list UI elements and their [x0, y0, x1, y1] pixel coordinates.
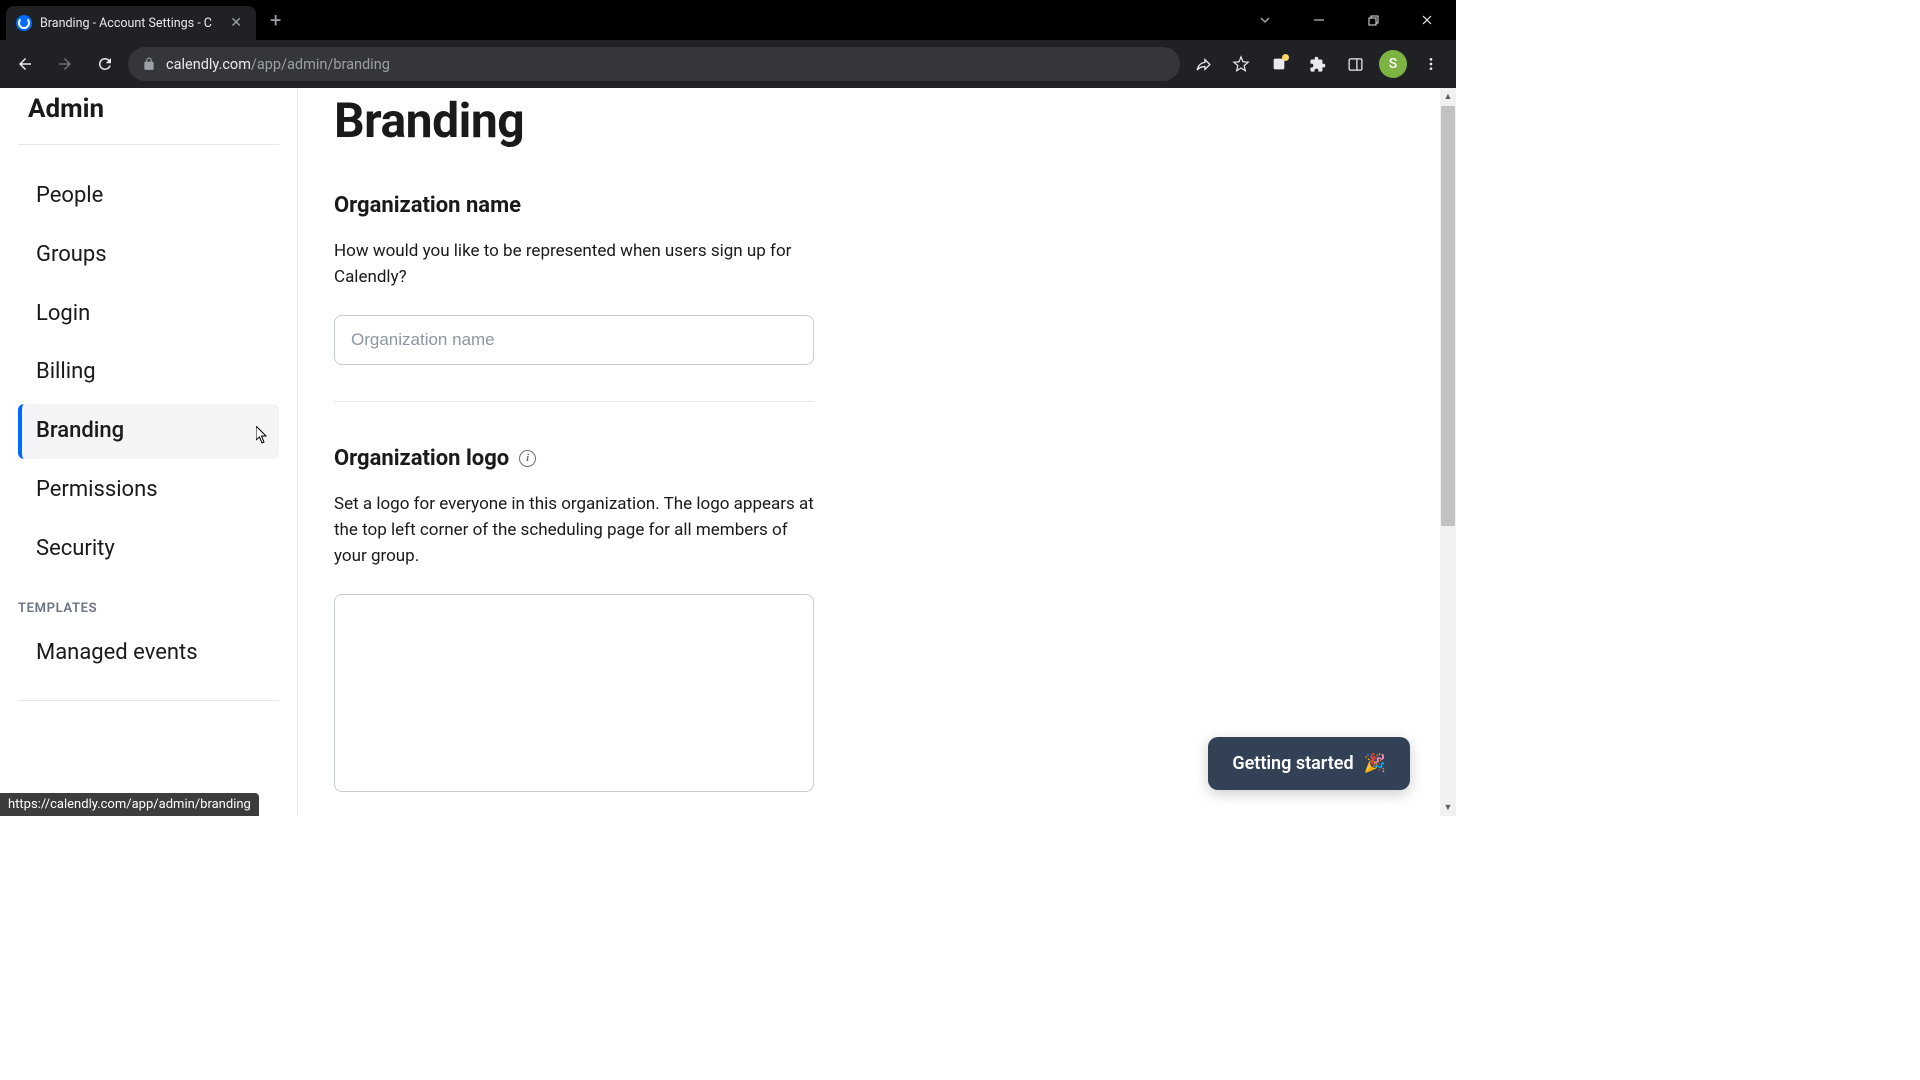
- sidebar-item-billing[interactable]: Billing: [18, 345, 279, 400]
- reload-button[interactable]: [88, 47, 122, 81]
- sidebar-item-login[interactable]: Login: [18, 287, 279, 342]
- org-name-heading: Organization name: [334, 193, 814, 218]
- browser-tab-strip: Branding - Account Settings - C ✕ +: [0, 0, 1456, 40]
- org-name-section: Organization name How would you like to …: [334, 193, 814, 365]
- divider: [18, 700, 279, 701]
- close-tab-icon[interactable]: ✕: [226, 13, 246, 33]
- maximize-window-button[interactable]: [1350, 4, 1396, 36]
- sidebar-header: Admin: [18, 88, 279, 144]
- sidepanel-icon[interactable]: [1338, 47, 1372, 81]
- window-controls: [1242, 4, 1450, 36]
- menu-icon[interactable]: [1414, 47, 1448, 81]
- info-icon[interactable]: i: [519, 450, 536, 467]
- close-window-button[interactable]: [1404, 4, 1450, 36]
- divider: [18, 144, 279, 145]
- bookmark-icon[interactable]: [1224, 47, 1258, 81]
- org-name-description: How would you like to be represented whe…: [334, 238, 814, 291]
- sidebar-section-templates: TEMPLATES: [18, 581, 279, 626]
- org-logo-description: Set a logo for everyone in this organiza…: [334, 491, 814, 570]
- extension-badge-icon[interactable]: [1262, 47, 1296, 81]
- sidebar-item-groups[interactable]: Groups: [18, 228, 279, 283]
- forward-button[interactable]: [48, 47, 82, 81]
- sidebar-item-permissions[interactable]: Permissions: [18, 463, 279, 518]
- tab-dropdown-icon[interactable]: [1242, 4, 1288, 36]
- share-icon[interactable]: [1186, 47, 1220, 81]
- logo-upload-area[interactable]: [334, 594, 814, 792]
- org-logo-heading: Organization logo i: [334, 446, 814, 471]
- scrollbar-thumb[interactable]: [1441, 106, 1455, 526]
- scroll-up-icon[interactable]: ▲: [1440, 88, 1456, 105]
- main-content: ORGANIZATION Branding Organization name …: [298, 88, 1456, 816]
- tab-title: Branding - Account Settings - C: [40, 16, 218, 31]
- divider: [334, 401, 814, 402]
- minimize-window-button[interactable]: [1296, 4, 1342, 36]
- sidebar-item-people[interactable]: People: [18, 169, 279, 224]
- browser-tab[interactable]: Branding - Account Settings - C ✕: [6, 6, 256, 40]
- url-text: calendly.com/app/admin/branding: [166, 56, 1166, 73]
- lock-icon: [142, 57, 156, 71]
- org-logo-section: Organization logo i Set a logo for every…: [334, 446, 814, 792]
- profile-avatar[interactable]: S: [1376, 47, 1410, 81]
- back-button[interactable]: [8, 47, 42, 81]
- new-tab-button[interactable]: +: [256, 8, 295, 32]
- page-title: Branding: [334, 92, 1456, 149]
- tab-favicon-icon: [16, 15, 32, 31]
- app-content: Admin People Groups Login Billing Brandi…: [0, 88, 1456, 816]
- scrollbar[interactable]: ▲ ▼: [1440, 88, 1456, 816]
- extensions-icon[interactable]: [1300, 47, 1334, 81]
- org-name-input[interactable]: [334, 315, 814, 365]
- sidebar: Admin People Groups Login Billing Brandi…: [0, 88, 298, 816]
- sidebar-item-security[interactable]: Security: [18, 522, 279, 577]
- getting-started-button[interactable]: Getting started 🎉: [1208, 737, 1410, 790]
- sidebar-item-managed-events[interactable]: Managed events: [18, 626, 279, 681]
- party-icon: 🎉: [1364, 753, 1386, 774]
- address-bar[interactable]: calendly.com/app/admin/branding: [128, 47, 1180, 81]
- browser-toolbar: calendly.com/app/admin/branding S: [0, 40, 1456, 88]
- sidebar-item-branding[interactable]: Branding: [18, 404, 279, 459]
- scroll-down-icon[interactable]: ▼: [1440, 799, 1456, 816]
- status-bar-url: https://calendly.com/app/admin/branding: [0, 793, 259, 816]
